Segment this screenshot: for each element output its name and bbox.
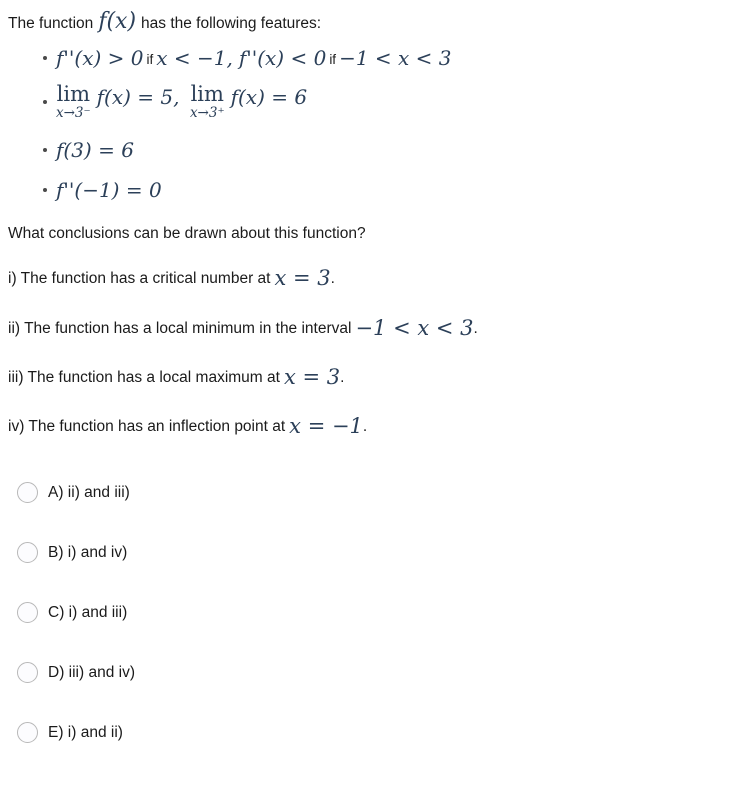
limit-operator-right: lim x→3⁺ (189, 81, 225, 121)
option-d-label: D) iii) and iv) (48, 663, 135, 681)
statement-iv-text: iv) The function has an inflection point… (8, 418, 286, 436)
lim-subscript-text: x→3⁺ (189, 104, 225, 121)
radio-button-icon[interactable] (17, 662, 38, 684)
question-page: The function f(x) has the following feat… (0, 0, 731, 747)
feature-limits-at-three: lim x→3⁻ f(x) = 5, lim x→3⁺ f(x) = 6 (8, 82, 731, 121)
option-c-label: C) i) and iii) (48, 603, 128, 621)
statement-ii-math: −1 < x < 3 (355, 315, 474, 340)
answer-options: A) ii) and iii) B) i) and iv) C) i) and … (8, 479, 731, 747)
intro-line: The function f(x) has the following feat… (8, 8, 731, 36)
option-e[interactable]: E) i) and ii) (8, 719, 731, 747)
option-d[interactable]: D) iii) and iv) (8, 659, 731, 687)
radio-button-icon[interactable] (17, 542, 38, 564)
radio-button-icon[interactable] (17, 482, 38, 504)
feature-second-derivative-at-neg-one: f''(−1) = 0 (8, 174, 731, 208)
feature-1-part3: f''(x) < 0 (238, 45, 327, 70)
feature-1-part1: f''(x) > 0 (56, 45, 144, 70)
option-a-label: A) ii) and iii) (48, 483, 130, 501)
statement-ii-text: ii) The function has a local minimum in … (8, 319, 352, 337)
statement-iv: iv) The function has an inflection point… (8, 413, 731, 440)
statement-i-period: . (330, 270, 335, 288)
statement-iv-period: . (362, 418, 368, 436)
lim-op-text: lim (56, 81, 90, 106)
feature-3-text: f(3) = 6 (56, 138, 134, 162)
intro-math-fx: f(x) (98, 9, 137, 34)
statement-iii-text: iii) The function has a local maximum at (8, 368, 280, 386)
feature-second-derivative-signs: f''(x) > 0 if x < −1, f''(x) < 0 if −1 < x < … (8, 42, 731, 76)
radio-button-icon[interactable] (17, 722, 38, 744)
lim-subscript-text: x→3⁻ (56, 104, 91, 121)
limit-left: lim x→3⁻ f(x) = 5, (56, 81, 180, 121)
statement-ii: ii) The function has a local minimum in … (8, 315, 731, 342)
intro-before: The function (8, 15, 94, 32)
option-b-label: B) i) and iv) (48, 543, 128, 561)
option-c[interactable]: C) i) and iii) (8, 599, 731, 627)
limit-right: lim x→3⁺ f(x) = 6 (189, 81, 308, 121)
feature-1-if1: if (146, 51, 154, 67)
statement-iii-math: x = 3 (283, 364, 341, 389)
option-a[interactable]: A) ii) and iii) (8, 479, 731, 507)
radio-button-icon[interactable] (17, 602, 38, 624)
feature-4-text: f''(−1) = 0 (56, 178, 162, 202)
limit-left-body: f(x) = 5, (96, 84, 180, 109)
statement-i: i) The function has a critical number at… (8, 265, 731, 292)
feature-1-if2: if (329, 51, 337, 67)
statement-ii-period: . (473, 319, 478, 337)
feature-1-part4: −1 < x < 3 (339, 45, 452, 70)
statement-i-math: x = 3 (274, 266, 331, 291)
features-list: f''(x) > 0 if x < −1, f''(x) < 0 if −1 < x < … (8, 42, 731, 209)
option-e-label: E) i) and ii) (48, 723, 123, 741)
statement-iii-period: . (340, 368, 345, 386)
option-b[interactable]: B) i) and iv) (8, 539, 731, 567)
limit-operator-left: lim x→3⁻ (56, 81, 91, 121)
statement-iv-math: x = −1 (289, 414, 363, 439)
lim-op-text: lim (190, 81, 224, 106)
statement-i-text: i) The function has a critical number at (8, 270, 271, 288)
question-prompt: What conclusions can be drawn about this… (8, 225, 366, 242)
intro-after: has the following features: (141, 15, 322, 32)
statement-iii: iii) The function has a local maximum at… (8, 364, 731, 391)
limit-right-body: f(x) = 6 (230, 84, 308, 109)
feature-1-part2: x < −1, (156, 45, 233, 70)
feature-value-at-three: f(3) = 6 (8, 134, 731, 168)
